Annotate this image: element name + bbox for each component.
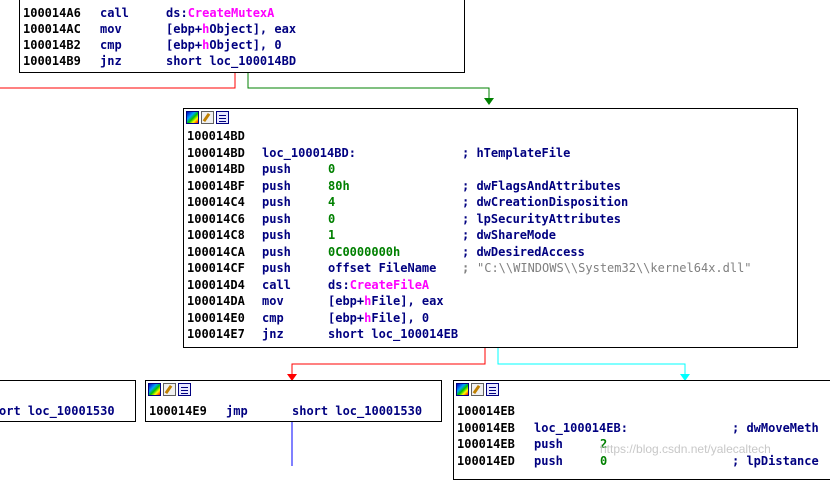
block-toolbar bbox=[146, 381, 441, 397]
address: 100014C6 bbox=[187, 211, 245, 226]
operand: [ebp+hFile], eax bbox=[328, 294, 444, 308]
operand: 80h bbox=[328, 178, 350, 193]
block-toolbar bbox=[0, 381, 135, 397]
graph-color-icon[interactable] bbox=[456, 382, 469, 396]
edit-icon[interactable] bbox=[471, 382, 484, 396]
operand: offset FileName bbox=[328, 261, 437, 275]
edge-true-branch-mid bbox=[497, 347, 686, 376]
comment: ; dwMoveMeth bbox=[732, 420, 819, 435]
mnemonic: jnz bbox=[262, 327, 284, 341]
address: 100014BF bbox=[187, 178, 245, 193]
mnemonic: push bbox=[262, 162, 291, 176]
comment: ; dwCreationDisposition bbox=[462, 195, 629, 209]
address: 100014BD bbox=[187, 129, 245, 143]
operand: 0 bbox=[328, 162, 336, 176]
code-line: 100014B9 jnz short loc_100014BD bbox=[23, 54, 297, 68]
code-block-top[interactable]: 100014A6 call ds:CreateMutexA 100014AC m… bbox=[19, 0, 465, 73]
mnemonic: push bbox=[262, 228, 291, 242]
address: 100014BD bbox=[187, 162, 245, 176]
xrefs-icon[interactable] bbox=[486, 382, 499, 396]
comment: ; dwDesiredAccess bbox=[462, 244, 585, 259]
operand: ds:CreateFileA bbox=[328, 277, 430, 292]
code-line: 100014AC mov [ebp+hObject], eax bbox=[23, 22, 297, 36]
code-line: 100014A6 call ds:CreateMutexA bbox=[23, 6, 275, 20]
block-toolbar bbox=[454, 381, 830, 397]
import-name: CreateFileA bbox=[349, 277, 430, 292]
operand: 0 bbox=[328, 211, 336, 226]
address: 100014EB bbox=[457, 420, 515, 435]
edge-true-branch-top bbox=[247, 72, 490, 100]
address: 100014D4 bbox=[187, 277, 245, 292]
address: 100014CF bbox=[187, 261, 245, 275]
edit-icon[interactable] bbox=[201, 110, 214, 124]
mnemonic: push bbox=[262, 195, 291, 209]
address: 100014EB bbox=[457, 437, 515, 451]
operand: short loc_100014EB bbox=[328, 327, 459, 341]
address: 100014CA bbox=[187, 244, 245, 259]
operand: [ebp+hFile], 0 bbox=[328, 310, 430, 325]
mnemonic: push bbox=[262, 244, 291, 259]
address: 100014DA bbox=[187, 294, 245, 308]
string-literal: "C:\\WINDOWS\\System32\\kernel64x.dll" bbox=[477, 261, 752, 275]
graph-color-icon[interactable] bbox=[148, 382, 161, 396]
import-name: CreateMutexA bbox=[187, 6, 275, 20]
address: 100014C4 bbox=[187, 195, 245, 209]
address: 100014E0 bbox=[187, 310, 245, 325]
address: 100014EB bbox=[457, 404, 515, 418]
mnemonic: push bbox=[262, 178, 291, 193]
code-block-loc-100014bd[interactable]: 100014BD 100014BD loc_100014BD: ; hTemplate… bbox=[183, 108, 798, 348]
operand: 0C0000000h bbox=[328, 244, 401, 259]
code-line: 100014E9 jmp short loc_10001530 bbox=[149, 404, 423, 418]
address: 100014C8 bbox=[187, 228, 245, 242]
mnemonic: push bbox=[534, 437, 563, 451]
xrefs-icon[interactable] bbox=[216, 110, 229, 124]
mnemonic: push bbox=[262, 261, 291, 275]
operand: 4 bbox=[328, 195, 336, 209]
comment: ; hTemplateFile bbox=[462, 145, 571, 160]
block-toolbar bbox=[184, 109, 797, 125]
code-block-loc-100014eb[interactable]: 100014EB 100014EB loc_100014EB: ; dwMoveMet… bbox=[453, 380, 830, 480]
edit-icon[interactable] bbox=[163, 382, 176, 396]
code-line: 100014B2 cmp [ebp+hObject], 0 bbox=[23, 38, 282, 52]
comment: ; dwShareMode bbox=[462, 228, 556, 242]
label: loc_100014EB: bbox=[534, 420, 628, 435]
edge-arrow-green bbox=[484, 98, 494, 105]
edge-false-branch-top bbox=[0, 72, 236, 89]
code-line: ort loc_10001530 bbox=[0, 404, 115, 418]
address: 100014BD bbox=[187, 145, 245, 160]
mnemonic: call bbox=[262, 277, 291, 292]
comment: ; lpSecurityAttributes bbox=[462, 211, 621, 226]
graph-color-icon[interactable] bbox=[186, 110, 199, 124]
xrefs-icon[interactable] bbox=[178, 382, 191, 396]
label: loc_100014BD: bbox=[262, 145, 356, 160]
operand: 1 bbox=[328, 228, 336, 242]
edge-false-branch-mid bbox=[291, 347, 486, 376]
code-block-jmp[interactable]: 100014E9 jmp short loc_10001530 bbox=[145, 380, 442, 422]
comment: ; bbox=[462, 261, 470, 275]
address: 100014ED bbox=[457, 453, 515, 468]
address: 100014E7 bbox=[187, 327, 245, 341]
code-block-left-partial[interactable]: ort loc_10001530 bbox=[0, 380, 136, 422]
watermark: https://blog.csdn.net/yalecaltech bbox=[600, 442, 771, 456]
mnemonic: push bbox=[534, 453, 563, 468]
mnemonic: push bbox=[262, 211, 291, 226]
mnemonic: cmp bbox=[262, 310, 284, 325]
comment: ; dwFlagsAndAttributes bbox=[462, 178, 621, 193]
mnemonic: mov bbox=[262, 294, 284, 308]
